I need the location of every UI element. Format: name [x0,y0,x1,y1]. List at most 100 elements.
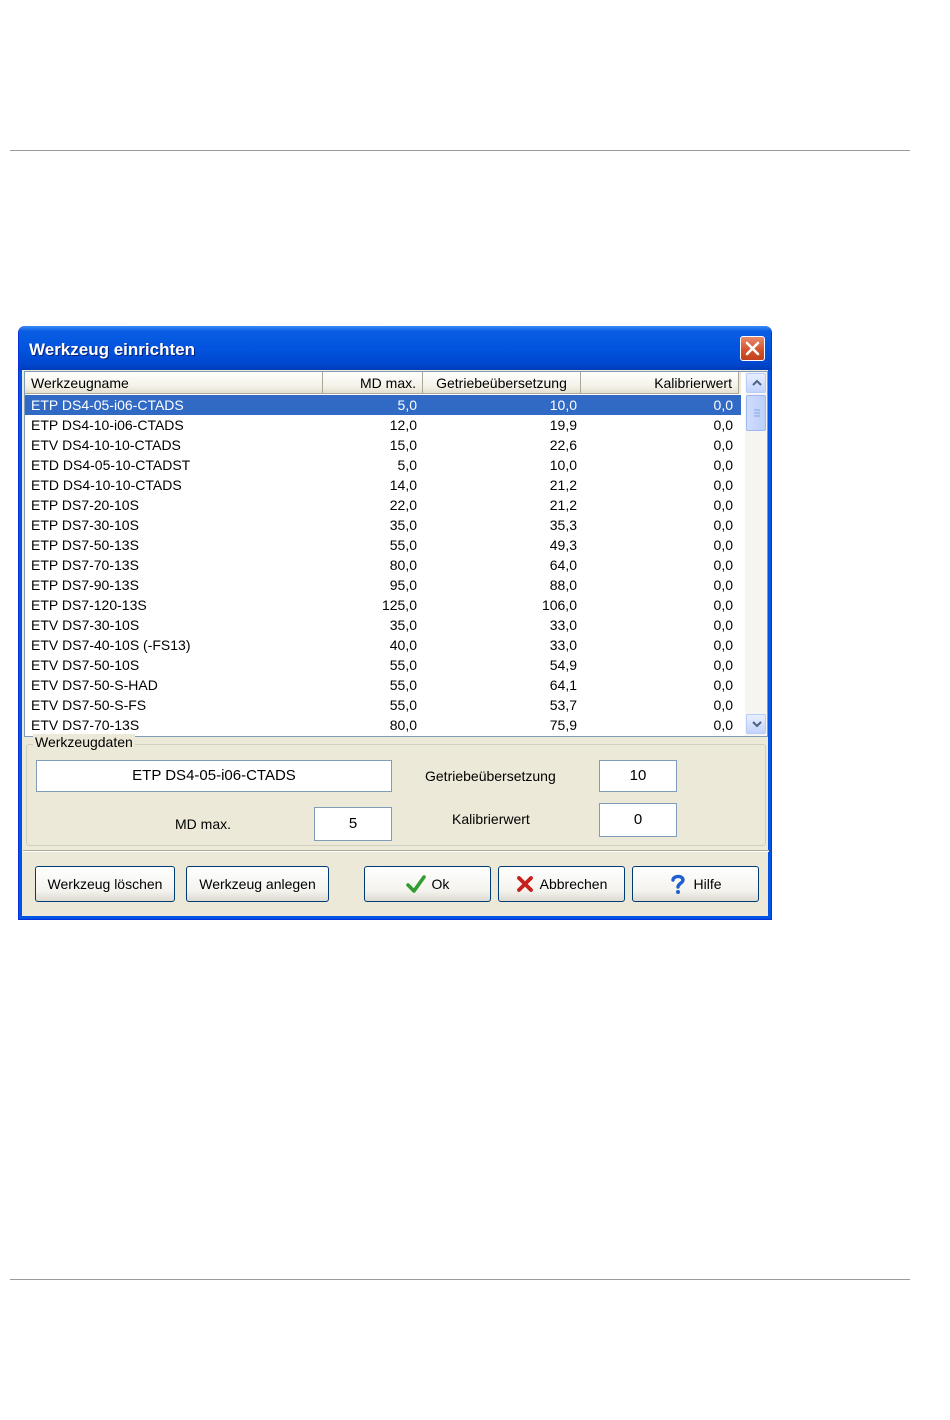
row-cell-gear: 106,0 [541,597,577,613]
gear-ratio-field[interactable]: 10 [599,760,677,792]
row-cell-md: 35,0 [389,517,417,533]
row-cell-md: 125,0 [381,597,417,613]
table-row[interactable]: ETP DS7-50-13S 55,0 49,3 0,0 [25,535,741,555]
help-label: Hilfe [693,876,722,892]
dialog-client-area: Werkzeugname MD max. Getriebeübersetzung… [23,370,769,916]
table-row[interactable]: ETP DS4-10-i06-CTADS 12,0 19,9 0,0 [25,415,741,435]
table-row[interactable]: ETV DS7-40-10S (-FS13) 40,0 33,0 0,0 [25,635,741,655]
column-header-calibration[interactable]: Kalibrierwert [581,372,739,394]
column-header-name[interactable]: Werkzeugname [25,372,323,394]
scroll-thumb[interactable] [746,395,766,431]
row-cell-name: ETV DS4-10-10-CTADS [31,437,181,453]
ok-button[interactable]: Ok [364,866,491,902]
row-cell-cal: 0,0 [713,717,733,733]
row-cell-name: ETV DS7-50-10S [31,657,140,673]
close-icon [745,341,760,356]
row-cell-cal: 0,0 [713,497,733,513]
top-page-rule [10,150,910,151]
row-cell-md: 55,0 [389,537,417,553]
delete-tool-label: Werkzeug löschen [47,876,163,892]
scroll-up-button[interactable] [746,373,766,393]
row-cell-name: ETP DS7-30-10S [31,517,139,533]
calibration-field[interactable]: 0 [599,803,677,837]
create-tool-button[interactable]: Werkzeug anlegen [186,866,329,902]
table-row[interactable]: ETP DS4-05-i06-CTADS 5,0 10,0 0,0 [25,395,741,415]
row-cell-cal: 0,0 [713,637,733,653]
help-button[interactable]: Hilfe [632,866,759,902]
row-cell-name: ETV DS7-40-10S (-FS13) [31,637,191,653]
row-cell-name: ETD DS4-10-10-CTADS [31,477,182,493]
row-cell-md: 80,0 [389,717,417,733]
table-row[interactable]: ETD DS4-05-10-CTADST 5,0 10,0 0,0 [25,455,741,475]
row-cell-md: 95,0 [389,577,417,593]
row-cell-name: ETD DS4-05-10-CTADST [31,457,191,473]
row-cell-cal: 0,0 [713,597,733,613]
row-cell-gear: 49,3 [549,537,577,553]
bottom-page-rule [10,1279,910,1280]
row-cell-name: ETP DS4-05-i06-CTADS [31,397,184,413]
table-row[interactable]: ETP DS7-90-13S 95,0 88,0 0,0 [25,575,741,595]
title-bar[interactable]: Werkzeug einrichten [19,326,771,370]
row-cell-cal: 0,0 [713,617,733,633]
table-row[interactable]: ETV DS7-50-S-FS 55,0 53,7 0,0 [25,695,741,715]
delete-tool-button[interactable]: Werkzeug löschen [35,866,175,902]
row-cell-name: ETV DS7-30-10S [31,617,140,633]
row-cell-gear: 21,2 [549,497,577,513]
tool-name-field[interactable]: ETP DS4-05-i06-CTADS [36,760,392,792]
table-row[interactable]: ETV DS7-50-S-HAD 55,0 64,1 0,0 [25,675,741,695]
table-row[interactable]: ETP DS7-70-13S 80,0 64,0 0,0 [25,555,741,575]
table-row[interactable]: ETV DS4-10-10-CTADS 15,0 22,6 0,0 [25,435,741,455]
close-button[interactable] [740,336,765,361]
chevron-down-icon [752,721,762,728]
row-cell-md: 35,0 [389,617,417,633]
table-row[interactable]: ETD DS4-10-10-CTADS 14,0 21,2 0,0 [25,475,741,495]
row-cell-name: ETP DS7-20-10S [31,497,139,513]
row-cell-md: 40,0 [389,637,417,653]
row-cell-md: 5,0 [397,397,417,413]
row-cell-cal: 0,0 [713,397,733,413]
row-cell-md: 14,0 [389,477,417,493]
separator-line [23,850,769,852]
scroll-down-button[interactable] [746,714,766,734]
row-cell-gear: 53,7 [549,697,577,713]
cancel-button[interactable]: Abbrechen [498,866,625,902]
row-cell-gear: 33,0 [549,617,577,633]
row-cell-md: 12,0 [389,417,417,433]
gear-ratio-label: Getriebeübersetzung [425,768,556,784]
row-cell-gear: 54,9 [549,657,577,673]
window-title: Werkzeug einrichten [29,340,195,359]
row-cell-cal: 0,0 [713,537,733,553]
group-caption: Werkzeugdaten [33,734,135,750]
row-cell-name: ETP DS7-70-13S [31,557,139,573]
table-row[interactable]: ETV DS7-30-10S 35,0 33,0 0,0 [25,615,741,635]
tool-data-group: Werkzeugdaten ETP DS4-05-i06-CTADS Getri… [26,734,766,846]
cancel-label: Abbrechen [539,876,608,892]
md-max-field[interactable]: 5 [314,807,392,841]
row-cell-cal: 0,0 [713,677,733,693]
chevron-up-icon [752,379,762,386]
row-cell-gear: 19,9 [549,417,577,433]
row-cell-cal: 0,0 [713,697,733,713]
table-row[interactable]: ETV DS7-70-13S 80,0 75,9 0,0 [25,715,741,735]
row-cell-name: ETP DS4-10-i06-CTADS [31,417,184,433]
grip-icon [754,409,760,417]
row-cell-cal: 0,0 [713,477,733,493]
ok-label: Ok [431,876,450,892]
row-cell-cal: 0,0 [713,657,733,673]
column-header-md-max[interactable]: MD max. [323,372,423,394]
vertical-scrollbar[interactable] [745,372,767,736]
calibration-label: Kalibrierwert [452,811,530,827]
table-row[interactable]: ETP DS7-20-10S 22,0 21,2 0,0 [25,495,741,515]
table-row[interactable]: ETP DS7-120-13S 125,0 106,0 0,0 [25,595,741,615]
row-cell-md: 55,0 [389,677,417,693]
column-header-gear-ratio[interactable]: Getriebeübersetzung [423,372,581,394]
table-row[interactable]: ETP DS7-30-10S 35,0 35,3 0,0 [25,515,741,535]
row-cell-cal: 0,0 [713,557,733,573]
tool-list[interactable]: Werkzeugname MD max. Getriebeübersetzung… [24,371,768,737]
table-row[interactable]: ETV DS7-50-10S 55,0 54,9 0,0 [25,655,741,675]
row-cell-md: 55,0 [389,697,417,713]
cross-icon [516,876,533,892]
row-cell-name: ETP DS7-120-13S [31,597,147,613]
row-cell-gear: 10,0 [549,397,577,413]
create-tool-label: Werkzeug anlegen [199,876,316,892]
